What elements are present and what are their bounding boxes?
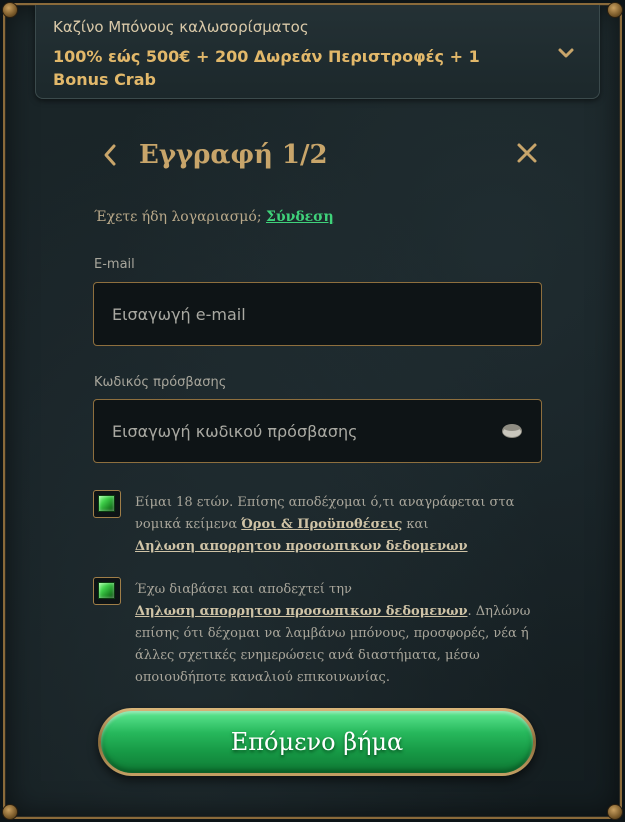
login-link[interactable]: Σύνδεση (266, 209, 334, 225)
bonus-offer-text: 100% εώς 500€ + 200 Δωρεάν Περιστροφές +… (53, 47, 480, 89)
page-title: Εγγραφή 1/2 (139, 140, 328, 170)
welcome-bonus-banner[interactable]: Καζίνο Μπόνους καλωσορίσματος 100% εώς 5… (35, 5, 600, 99)
eye-icon[interactable] (501, 422, 523, 440)
consent-marketing-text-part: Έχω διαβάσει και αποδεχτεί την (135, 582, 352, 597)
registration-panel: Καζίνο Μπόνους καλωσορίσματος 100% εώς 5… (3, 3, 622, 819)
consent-age-text-mid: και (406, 517, 429, 532)
corner-stud (607, 804, 623, 820)
email-field-box (93, 282, 542, 346)
terms-link[interactable]: Όροι & Προϋποθέσεις (241, 517, 402, 532)
chevron-down-icon[interactable] (556, 43, 576, 63)
login-prompt: Έχετε ήδη λογαριασμό; Σύνδεση (94, 209, 334, 225)
chevron-left-icon[interactable] (101, 143, 119, 167)
email-label: E-mail (94, 257, 135, 272)
password-field-box (93, 399, 542, 463)
consent-age-text: Είμαι 18 ετών. Επίσης αποδέχομαι ό,τι αν… (135, 492, 545, 558)
consent-age-checkbox[interactable] (93, 490, 121, 518)
email-field[interactable] (112, 283, 492, 345)
consent-marketing-row: Έχω διαβάσει και αποδεχτεί την Δηλωση απ… (93, 577, 543, 685)
checked-gem-icon (98, 495, 115, 512)
corner-stud (2, 2, 18, 18)
corner-stud (607, 2, 623, 18)
checked-gem-icon (98, 582, 115, 599)
corner-stud (2, 804, 18, 820)
next-step-label: Επόμενο βήμα (230, 728, 404, 756)
consent-marketing-text: Έχω διαβάσει και αποδεχτεί την Δηλωση απ… (135, 579, 545, 689)
login-prompt-text: Έχετε ήδη λογαριασμό; (94, 209, 262, 225)
consent-marketing-checkbox[interactable] (93, 577, 121, 605)
consent-age-row: Είμαι 18 ετών. Επίσης αποδέχομαι ό,τι αν… (93, 490, 543, 554)
privacy-link[interactable]: Δηλωση απορρητου προσωπικων δεδομενων (135, 539, 468, 554)
password-label: Κωδικός πρόσβασης (94, 375, 227, 390)
privacy-link[interactable]: Δηλωση απορρητου προσωπικων δεδομενων (135, 604, 468, 619)
form-header: Εγγραφή 1/2 (101, 137, 541, 177)
close-icon[interactable] (516, 142, 538, 164)
next-step-button-face: Επόμενο βήμα (101, 711, 533, 773)
next-step-button[interactable]: Επόμενο βήμα (98, 708, 536, 776)
bonus-subtitle: Καζίνο Μπόνους καλωσορίσματος (53, 18, 309, 36)
password-field[interactable] (112, 400, 492, 462)
